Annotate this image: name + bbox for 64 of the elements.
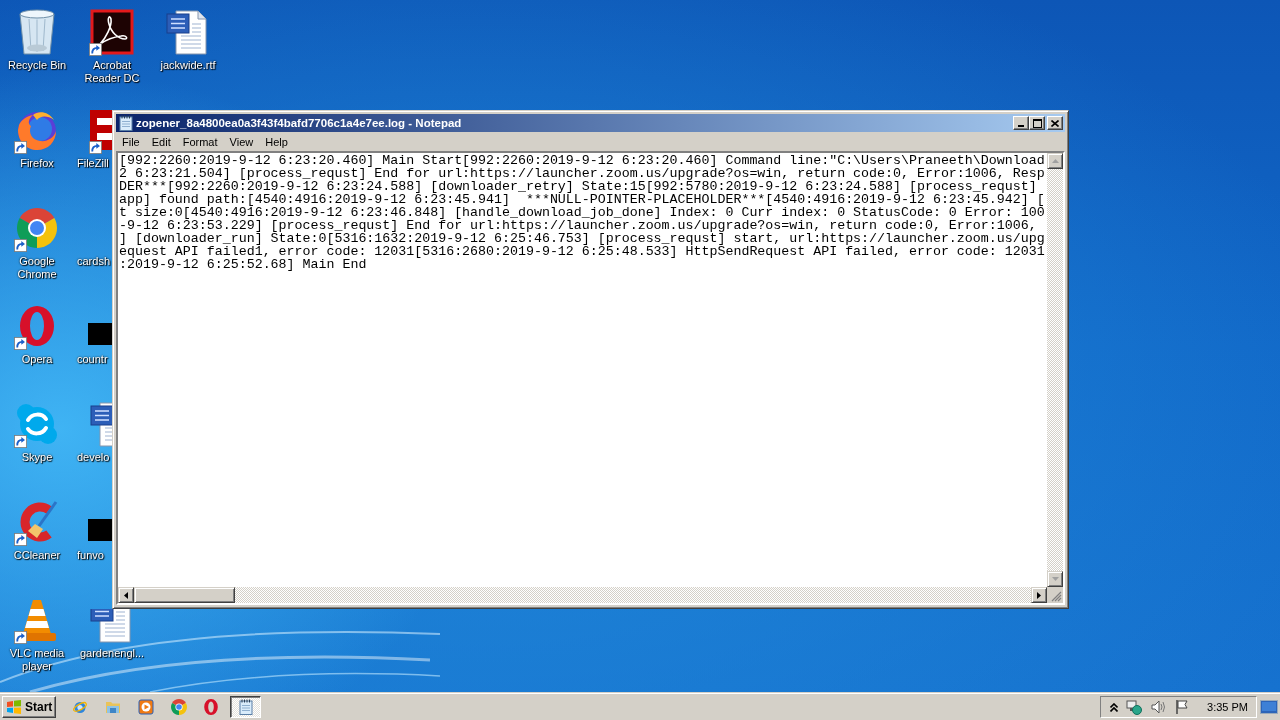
- start-button[interactable]: Start: [2, 696, 56, 718]
- maximize-icon: [1032, 118, 1042, 128]
- desktop-icon-label[interactable]: VLC media player: [3, 647, 71, 673]
- desktop-icon-label[interactable]: Firefox: [20, 157, 54, 170]
- desktop-icon-label[interactable]: countr: [77, 353, 108, 366]
- desktop-icon-label[interactable]: Acrobat Reader DC: [78, 59, 146, 85]
- log-text-line: t size:0[4540:4916:2019-9-12 6:23:46.848] [handle_download_job_done] Index: 0 Curr index: 0 StatusCode: 0 Error: 100: [119, 206, 1045, 219]
- log-text-line: :2019-9-12 6:25:52.68] Main End: [119, 258, 367, 271]
- notepad-icon: [237, 699, 254, 715]
- right-arrow-icon: [1037, 591, 1041, 599]
- resize-grip-icon[interactable]: [1051, 591, 1062, 602]
- log-text-line: 2 6:23:21.504] [process_requst] End for url:https://launcher.zoom.us/upgrade?os=win, return code:0, Error:1006, Resp: [119, 167, 1045, 180]
- vertical-scrollbar[interactable]: [1047, 153, 1063, 587]
- desktop-icon-label[interactable]: develo: [77, 451, 110, 464]
- speaker-icon[interactable]: [1150, 699, 1167, 715]
- desktop-icon-label[interactable]: Skype: [21, 451, 53, 464]
- opera-icon[interactable]: [204, 699, 218, 715]
- clock: 3:35 PM: [1207, 701, 1248, 713]
- menu-item[interactable]: Help: [259, 133, 294, 150]
- menu-item[interactable]: Format: [176, 133, 224, 150]
- scrollbar-thumb[interactable]: [134, 587, 235, 603]
- log-text-line: -9-12 6:23:53.229] [process_requst] End for url:https://launcher.zoom.us/upgrade?os=win, return code:0, Error:1006,: [119, 219, 1037, 232]
- windows-logo-icon: [6, 699, 22, 715]
- up-arrow-icon: [1051, 159, 1059, 163]
- taskbar-button[interactable]: [230, 696, 261, 718]
- close-button[interactable]: [1047, 116, 1063, 130]
- left-arrow-icon: [124, 591, 128, 599]
- log-text-line: app] found path:[4540:4916:2019-9-12 6:23:45.941] ***NULL-POINTER-PLACEHOLDER***[4540:4916:2019-9-12 6:23:45.942] [: [119, 193, 1045, 206]
- flag-icon[interactable]: [1174, 699, 1191, 715]
- minimize-button[interactable]: [1013, 116, 1029, 130]
- menu-item[interactable]: View: [223, 133, 260, 150]
- desktop-icon-label[interactable]: funvo: [77, 549, 104, 562]
- media-player-icon[interactable]: [138, 699, 154, 715]
- window-title: zopener_8a4800ea0a3f43f4bafd7706c1a4e7ee.log - Notepad: [136, 117, 462, 129]
- down-arrow-icon: [1051, 577, 1059, 581]
- scroll-down-button[interactable]: [1047, 571, 1063, 587]
- notepad-icon: [118, 115, 134, 131]
- log-text-line: equest API failed1, error code: 12031[5316:2680:2019-9-12 6:25:48.533] HttpSendRequest API failed, error code: 12031: [119, 245, 1045, 258]
- chevron-up-icon[interactable]: [1110, 702, 1119, 712]
- close-icon: [1051, 119, 1059, 127]
- scroll-right-button[interactable]: [1031, 587, 1047, 603]
- minimize-icon: [1018, 125, 1024, 127]
- log-text-line: ] [downloader_run] State:0[5316:1632:2019-9-12 6:25:46.753] [process_requst] start, url:https://launcher.zoom.us/upg: [119, 232, 1045, 245]
- desktop-icon-label[interactable]: CCleaner: [13, 549, 61, 562]
- log-text-line: DER***[992:2260:2019-9-12 6:23:24.588] [downloader_retry] State:15[992:5780:2019-9-12 6:23:24.588] [process_requst]: [119, 180, 1037, 193]
- folder-icon[interactable]: [105, 699, 121, 715]
- menu-item[interactable]: File: [116, 133, 146, 150]
- desktop-icon-label[interactable]: FileZill: [77, 157, 109, 170]
- horizontal-scrollbar[interactable]: [118, 587, 1047, 603]
- desktop-icon-label[interactable]: Opera: [21, 353, 53, 366]
- log-text-line: [992:2260:2019-9-12 6:23:20.460] Main Start[992:2260:2019-9-12 6:23:20.460] Command line:"C:\Users\Praneeth\Download: [119, 154, 1045, 167]
- maximize-button[interactable]: [1029, 116, 1045, 130]
- network-icon[interactable]: [1126, 699, 1143, 715]
- chrome-icon[interactable]: [171, 699, 187, 715]
- desktop-icon-label[interactable]: Recycle Bin: [7, 59, 67, 72]
- menu-item[interactable]: Edit: [145, 133, 177, 150]
- globe-ring-icon[interactable]: [72, 699, 88, 715]
- scroll-left-button[interactable]: [118, 587, 134, 603]
- acrobat-icon[interactable]: [88, 8, 136, 56]
- desktop-icon-label[interactable]: gardenengl...: [79, 647, 145, 660]
- desktop-icon-label[interactable]: cardsh: [77, 255, 111, 268]
- desktop-icon-label[interactable]: jackwide.rtf: [160, 59, 216, 72]
- scroll-up-button[interactable]: [1047, 153, 1063, 169]
- desktop-icon-label[interactable]: Google Chrome: [3, 255, 71, 281]
